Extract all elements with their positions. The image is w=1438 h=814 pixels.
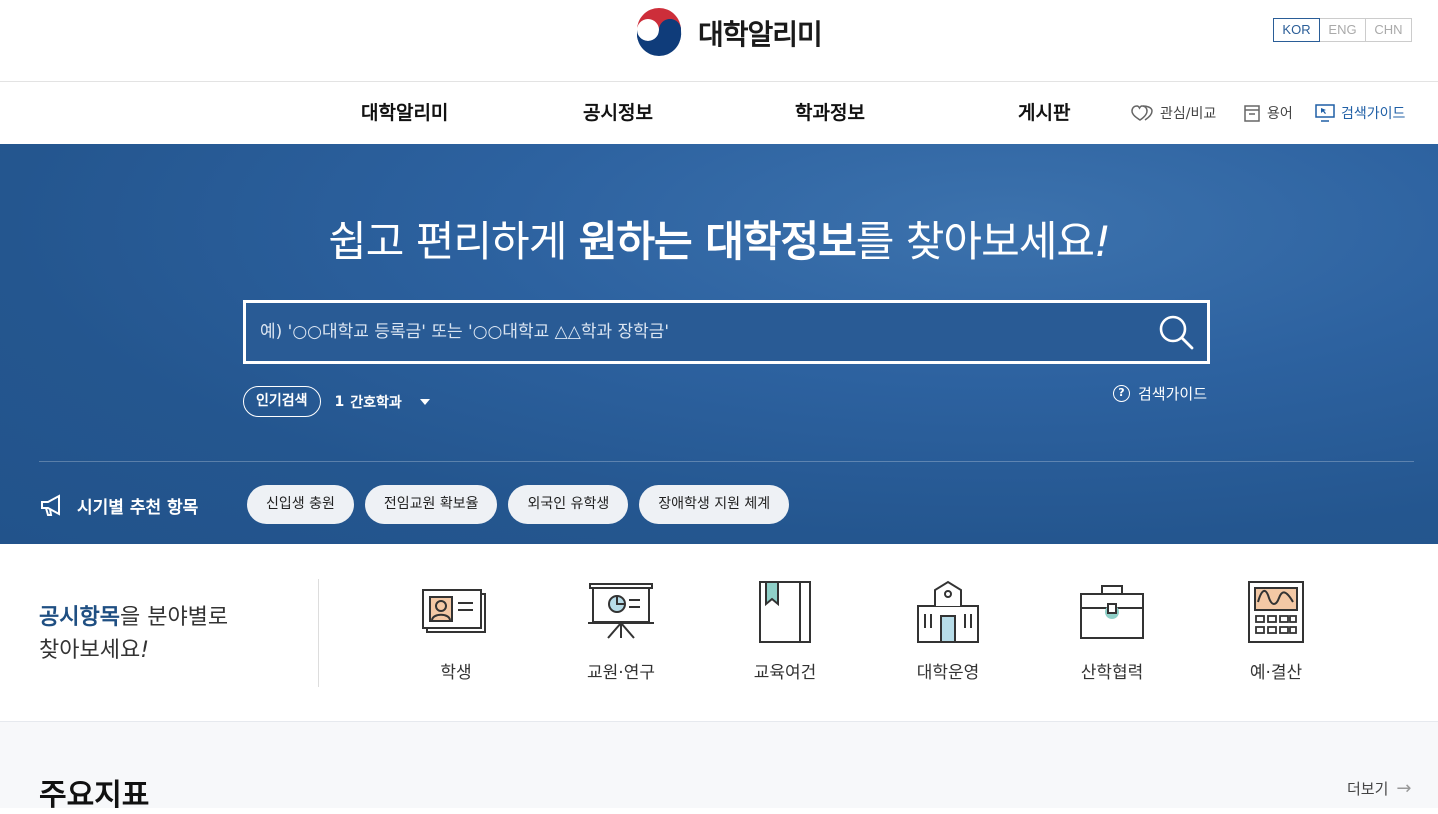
popular-search: 인기검색 1 간호학과 (243, 386, 430, 417)
category-section: 공시항목을 분야별로 찾아보세요! 학생 교원·연구 교육여건 대학운영 산학협… (0, 544, 1438, 722)
hero-title-part1: 쉽고 편리하게 (328, 217, 579, 266)
hero-title-end: ! (1094, 217, 1111, 266)
category-industry-cooperation[interactable]: 산학협력 (1052, 580, 1172, 683)
main-nav: 대학알리미 공시정보 학과정보 게시판 관심/비교 용어 검색가이드 (0, 82, 1438, 144)
category-faculty-label: 교원·연구 (587, 663, 655, 683)
category-cooperation-label: 산학협력 (1080, 663, 1144, 683)
nav-item-board[interactable]: 게시판 (1018, 82, 1070, 144)
category-divider (318, 579, 319, 687)
category-budget-settlement[interactable]: 예·결산 (1216, 580, 1336, 683)
glossary-label: 용어 (1267, 106, 1293, 122)
top-header: 대학알리미 KOR ENG CHN (0, 0, 1438, 82)
recommend-chips: 신입생 충원 전임교원 확보율 외국인 유학생 장애학생 지원 체계 (247, 485, 800, 524)
recommend-section-label: 시기별 추천 항목 (39, 485, 198, 518)
lang-kor-button[interactable]: KOR (1273, 18, 1320, 42)
hero-title-part2: 를 찾아보세요 (855, 217, 1095, 266)
presentation-icon (588, 583, 654, 639)
hero-search-guide-link[interactable]: ? 검색가이드 (1113, 383, 1207, 404)
category-intro-bold: 공시항목 (39, 605, 120, 630)
taegeuk-logo-icon (634, 8, 684, 58)
category-faculty-research[interactable]: 교원·연구 (561, 580, 681, 683)
more-label: 더보기 (1347, 780, 1389, 798)
chip-faculty-ratio[interactable]: 전임교원 확보율 (364, 485, 498, 524)
hero-title: 쉽고 편리하게 원하는 대학정보를 찾아보세요! (0, 208, 1438, 269)
search-guide-link[interactable]: 검색가이드 (1315, 82, 1405, 144)
logo-text: 대학알리미 (698, 18, 823, 51)
recommend-label: 시기별 추천 항목 (77, 498, 199, 518)
question-icon: ? (1113, 385, 1130, 402)
search-box (243, 300, 1210, 364)
nav-item-disclosure-info[interactable]: 공시정보 (583, 82, 653, 144)
interest-compare-link[interactable]: 관심/비교 (1131, 82, 1216, 144)
chevron-down-icon[interactable] (419, 398, 430, 405)
popular-search-term[interactable]: 간호학과 (350, 392, 402, 412)
heart-compare-icon (1131, 105, 1153, 121)
lang-eng-button[interactable]: ENG (1319, 18, 1366, 42)
site-logo[interactable]: 대학알리미 (632, 6, 823, 60)
hero-title-bold: 원하는 대학정보 (578, 217, 857, 266)
chip-disabled-support[interactable]: 장애학생 지원 체계 (639, 485, 790, 524)
language-switcher: KOR ENG CHN (1273, 18, 1412, 42)
category-student-label: 학생 (440, 663, 472, 683)
search-guide-label: 검색가이드 (1341, 106, 1406, 122)
lang-chn-button[interactable]: CHN (1365, 18, 1412, 42)
nav-item-department-info[interactable]: 학과정보 (795, 82, 865, 144)
megaphone-icon (41, 493, 60, 516)
category-operation-label: 대학운영 (916, 663, 980, 683)
chip-foreign-students[interactable]: 외국인 유학생 (508, 485, 629, 524)
glossary-icon (1244, 105, 1260, 122)
popular-search-label: 인기검색 (243, 386, 321, 417)
student-id-icon (422, 589, 486, 633)
building-icon (917, 580, 979, 643)
popular-search-rank: 1 (334, 393, 345, 410)
hero-search-guide-label: 검색가이드 (1138, 385, 1208, 403)
category-intro-line2: 찾아보세요 (39, 638, 141, 663)
key-indicators-title: 주요지표 (39, 778, 150, 813)
glossary-link[interactable]: 용어 (1243, 82, 1293, 144)
book-icon (759, 581, 811, 643)
monitor-guide-icon (1315, 104, 1335, 122)
hero-section: 쉽고 편리하게 원하는 대학정보를 찾아보세요! 인기검색 1 간호학과 ? 검… (0, 144, 1438, 544)
category-university-operation[interactable]: 대학운영 (888, 580, 1008, 683)
category-education-conditions[interactable]: 교육여건 (725, 580, 845, 683)
category-intro-rest: 을 분야별로 (119, 605, 229, 630)
category-intro-end: ! (140, 638, 150, 663)
interest-compare-label: 관심/비교 (1160, 106, 1217, 122)
arrow-right-icon: → (1396, 778, 1412, 799)
nav-item-daehak-alimi[interactable]: 대학알리미 (361, 82, 448, 144)
category-student[interactable]: 학생 (396, 580, 516, 683)
more-link[interactable]: 더보기 → (1347, 778, 1412, 799)
calculator-icon (1248, 581, 1304, 643)
chip-freshman-fill[interactable]: 신입생 충원 (247, 485, 354, 524)
search-input[interactable] (260, 303, 1140, 361)
category-education-label: 교육여건 (753, 663, 817, 683)
category-intro: 공시항목을 분야별로 찾아보세요! (39, 601, 228, 667)
category-budget-label: 예·결산 (1249, 663, 1303, 683)
briefcase-icon (1080, 585, 1144, 639)
search-icon[interactable] (1157, 313, 1195, 351)
key-indicators-section: 주요지표 더보기 → (0, 722, 1438, 813)
hero-divider (39, 461, 1414, 462)
